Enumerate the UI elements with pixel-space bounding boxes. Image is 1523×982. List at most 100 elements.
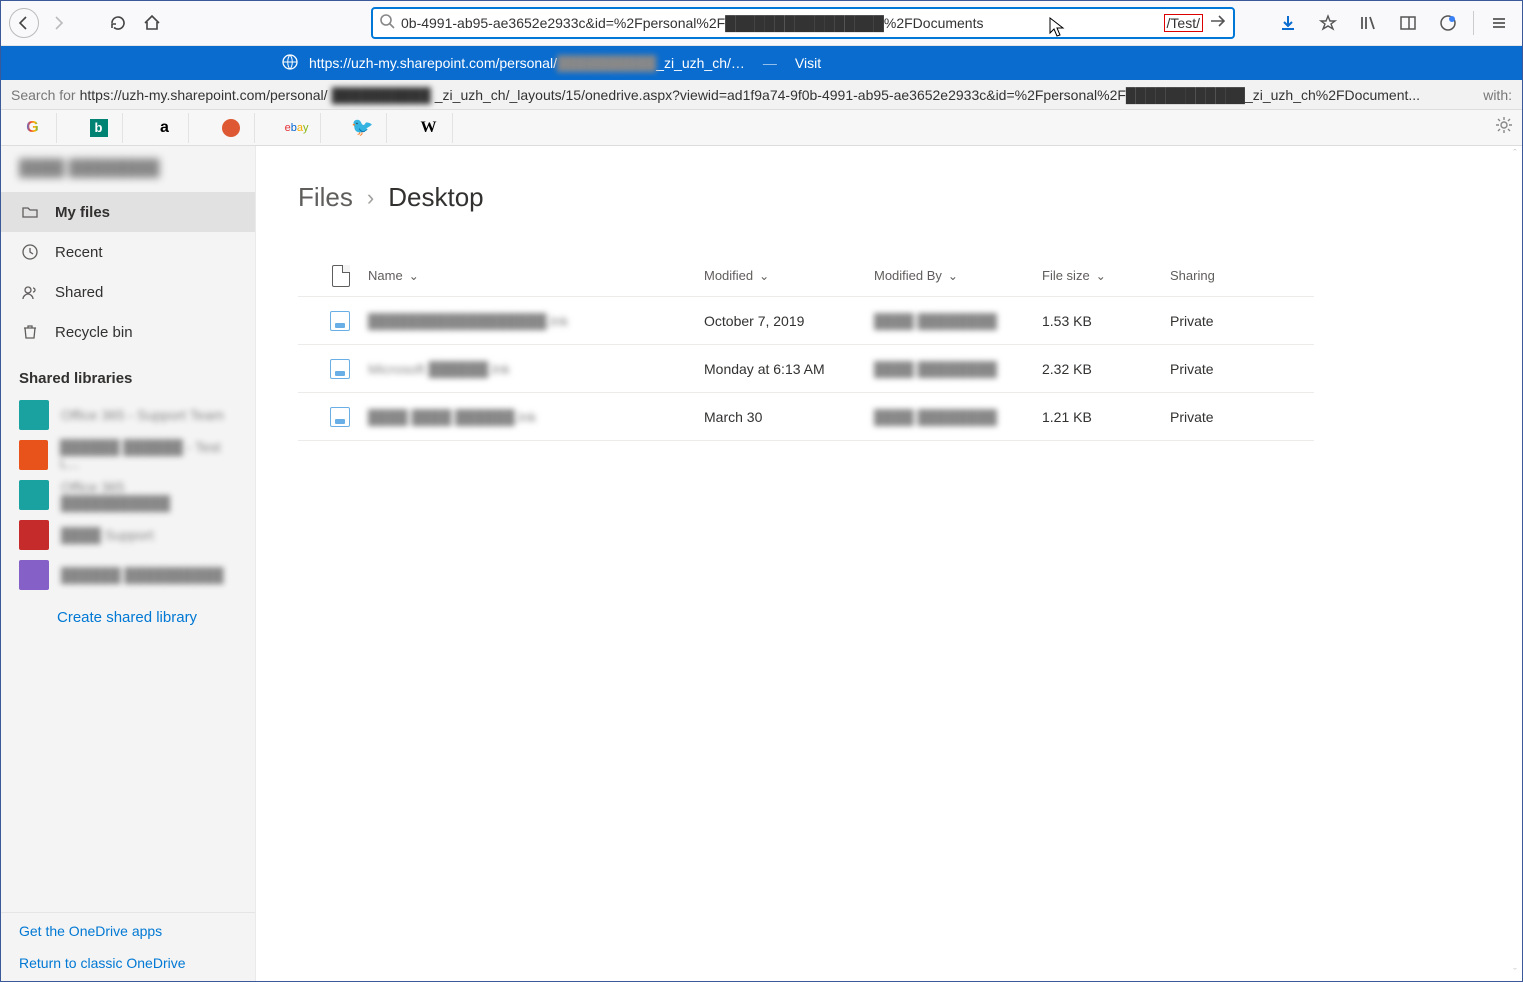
- sidebar-item-shared[interactable]: Shared: [1, 272, 255, 312]
- sidebar-item-recycle-bin[interactable]: Recycle bin: [1, 312, 255, 352]
- folder-icon: [21, 203, 39, 221]
- search-suggestion-bar[interactable]: Search for https://uzh-my.sharepoint.com…: [1, 80, 1522, 110]
- cell-size: 1.21 KB: [1042, 409, 1170, 425]
- sidebar-library-item[interactable]: ██████ ██████████: [1, 555, 255, 595]
- url-bar[interactable]: 0b-4991-ab95-ae3652e2933c&id=%2Fpersonal…: [371, 7, 1235, 39]
- sidebar-library-item[interactable]: Office 365 - Support Team: [1, 395, 255, 435]
- table-row[interactable]: ████ ████ ██████.lnk March 30 ████ █████…: [298, 393, 1314, 441]
- scrollbar[interactable]: ˆ ˇ: [1510, 146, 1520, 981]
- breadcrumb-current: Desktop: [388, 182, 483, 213]
- bookmarks-bar: G b a ebay 🐦 W: [1, 110, 1522, 146]
- scroll-up-icon[interactable]: ˆ: [1513, 148, 1517, 160]
- reload-button[interactable]: [103, 8, 133, 38]
- onedrive-sidebar: ████ ████████ My files Recent Shared Rec…: [1, 146, 256, 981]
- visit-separator: —: [763, 55, 777, 71]
- cell-modified: March 30: [704, 409, 874, 425]
- chevron-right-icon: ›: [367, 185, 374, 211]
- col-header-modified[interactable]: Modified⌄: [704, 268, 874, 283]
- sidebar-item-label: Recycle bin: [55, 324, 133, 341]
- cell-sharing: Private: [1170, 313, 1300, 329]
- visit-url-mid: ██████████: [557, 55, 656, 71]
- bm-duckduckgo[interactable]: [207, 113, 255, 143]
- chevron-down-icon: ⌄: [409, 269, 419, 283]
- home-button[interactable]: [137, 8, 167, 38]
- visit-suggestion-bar[interactable]: https://uzh-my.sharepoint.com/personal/█…: [1, 46, 1522, 80]
- search-url-post: _zi_uzh_ch/_layouts/15/onedrive.aspx?vie…: [435, 87, 1420, 103]
- chevron-down-icon: ⌄: [948, 269, 958, 283]
- bookmark-star-button[interactable]: [1313, 8, 1343, 38]
- sidebar-button[interactable]: [1393, 8, 1423, 38]
- file-type-icon[interactable]: [332, 265, 350, 287]
- url-highlight: /Test/: [1164, 14, 1203, 32]
- cell-name: Microsoft ██████.lnk: [368, 361, 704, 377]
- sidebar-library-item[interactable]: ██████ ██████ - Test L...: [1, 435, 255, 475]
- sidebar-item-label: Recent: [55, 244, 103, 261]
- return-classic-onedrive-link[interactable]: Return to classic OneDrive: [19, 955, 237, 971]
- col-header-name[interactable]: Name⌄: [368, 268, 704, 283]
- bm-twitter[interactable]: 🐦: [339, 113, 387, 143]
- sidebar-item-label: My files: [55, 204, 110, 221]
- cell-name: ████ ████ ██████.lnk: [368, 409, 704, 425]
- bm-google[interactable]: G: [9, 113, 57, 143]
- bm-amazon[interactable]: a: [141, 113, 189, 143]
- breadcrumb-root[interactable]: Files: [298, 182, 353, 213]
- url-text[interactable]: 0b-4991-ab95-ae3652e2933c&id=%2Fpersonal…: [401, 15, 1158, 31]
- clock-icon: [21, 243, 39, 261]
- search-url-pre: https://uzh-my.sharepoint.com/personal/: [80, 87, 328, 103]
- visit-link[interactable]: Visit: [795, 55, 821, 71]
- cell-sharing: Private: [1170, 361, 1300, 377]
- get-onedrive-apps-link[interactable]: Get the OneDrive apps: [19, 923, 237, 939]
- cell-size: 2.32 KB: [1042, 361, 1170, 377]
- col-header-file-size[interactable]: File size⌄: [1042, 268, 1170, 283]
- sidebar-library-item[interactable]: Office 365 ███████████: [1, 475, 255, 515]
- people-icon: [21, 283, 39, 301]
- sidebar-library-item[interactable]: ████ Support: [1, 515, 255, 555]
- bm-bing[interactable]: b: [75, 113, 123, 143]
- search-icon: [379, 13, 395, 34]
- visit-url-pre: https://uzh-my.sharepoint.com/personal/: [309, 55, 557, 71]
- sidebar-item-recent[interactable]: Recent: [1, 232, 255, 272]
- search-with-label: with:: [1483, 87, 1512, 103]
- menu-button[interactable]: [1484, 8, 1514, 38]
- col-header-modified-by[interactable]: Modified By⌄: [874, 268, 1042, 283]
- forward-button: [43, 8, 73, 38]
- cell-sharing: Private: [1170, 409, 1300, 425]
- search-url-mid: ██████████: [332, 87, 431, 103]
- cell-modified-by: ████ ████████: [874, 409, 1042, 425]
- chevron-down-icon: ⌄: [759, 269, 769, 283]
- library-button[interactable]: [1353, 8, 1383, 38]
- breadcrumb: Files › Desktop: [298, 182, 1480, 213]
- create-shared-library-link[interactable]: Create shared library: [1, 595, 255, 626]
- table-row[interactable]: ██████████████████.lnk October 7, 2019 █…: [298, 297, 1314, 345]
- shortcut-file-icon: [330, 407, 350, 427]
- sidebar-item-my-files[interactable]: My files: [1, 192, 255, 232]
- cell-modified-by: ████ ████████: [874, 361, 1042, 377]
- cell-modified: October 7, 2019: [704, 313, 874, 329]
- back-button[interactable]: [9, 8, 39, 38]
- bm-wikipedia[interactable]: W: [405, 113, 453, 143]
- cell-name: ██████████████████.lnk: [368, 313, 704, 329]
- visit-url-post: _zi_uzh_ch/: [656, 55, 731, 71]
- bm-ebay[interactable]: ebay: [273, 113, 321, 143]
- bm-settings-button[interactable]: [1494, 115, 1514, 140]
- sidebar-section-shared-libraries: Shared libraries: [1, 352, 255, 395]
- sidebar-libraries-list: Office 365 - Support Team ██████ ██████ …: [1, 395, 255, 595]
- globe-icon: [281, 53, 299, 74]
- chevron-down-icon: ⌄: [1096, 269, 1106, 283]
- go-icon[interactable]: [1209, 12, 1227, 35]
- cell-modified-by: ████ ████████: [874, 313, 1042, 329]
- file-table-header: Name⌄ Modified⌄ Modified By⌄ File size⌄ …: [298, 255, 1314, 297]
- table-row[interactable]: Microsoft ██████.lnk Monday at 6:13 AM █…: [298, 345, 1314, 393]
- downloads-button[interactable]: [1273, 8, 1303, 38]
- scroll-down-icon[interactable]: ˇ: [1513, 967, 1517, 979]
- main-content: Files › Desktop Name⌄ Modified⌄ Modified…: [256, 146, 1522, 981]
- sidebar-user-name[interactable]: ████ ████████: [1, 146, 255, 192]
- col-header-sharing[interactable]: Sharing: [1170, 268, 1300, 283]
- shortcut-file-icon: [330, 311, 350, 331]
- account-button[interactable]: [1433, 8, 1463, 38]
- cell-size: 1.53 KB: [1042, 313, 1170, 329]
- search-prefix: Search for: [11, 87, 76, 103]
- shortcut-file-icon: [330, 359, 350, 379]
- bin-icon: [21, 323, 39, 341]
- file-table: Name⌄ Modified⌄ Modified By⌄ File size⌄ …: [298, 255, 1314, 441]
